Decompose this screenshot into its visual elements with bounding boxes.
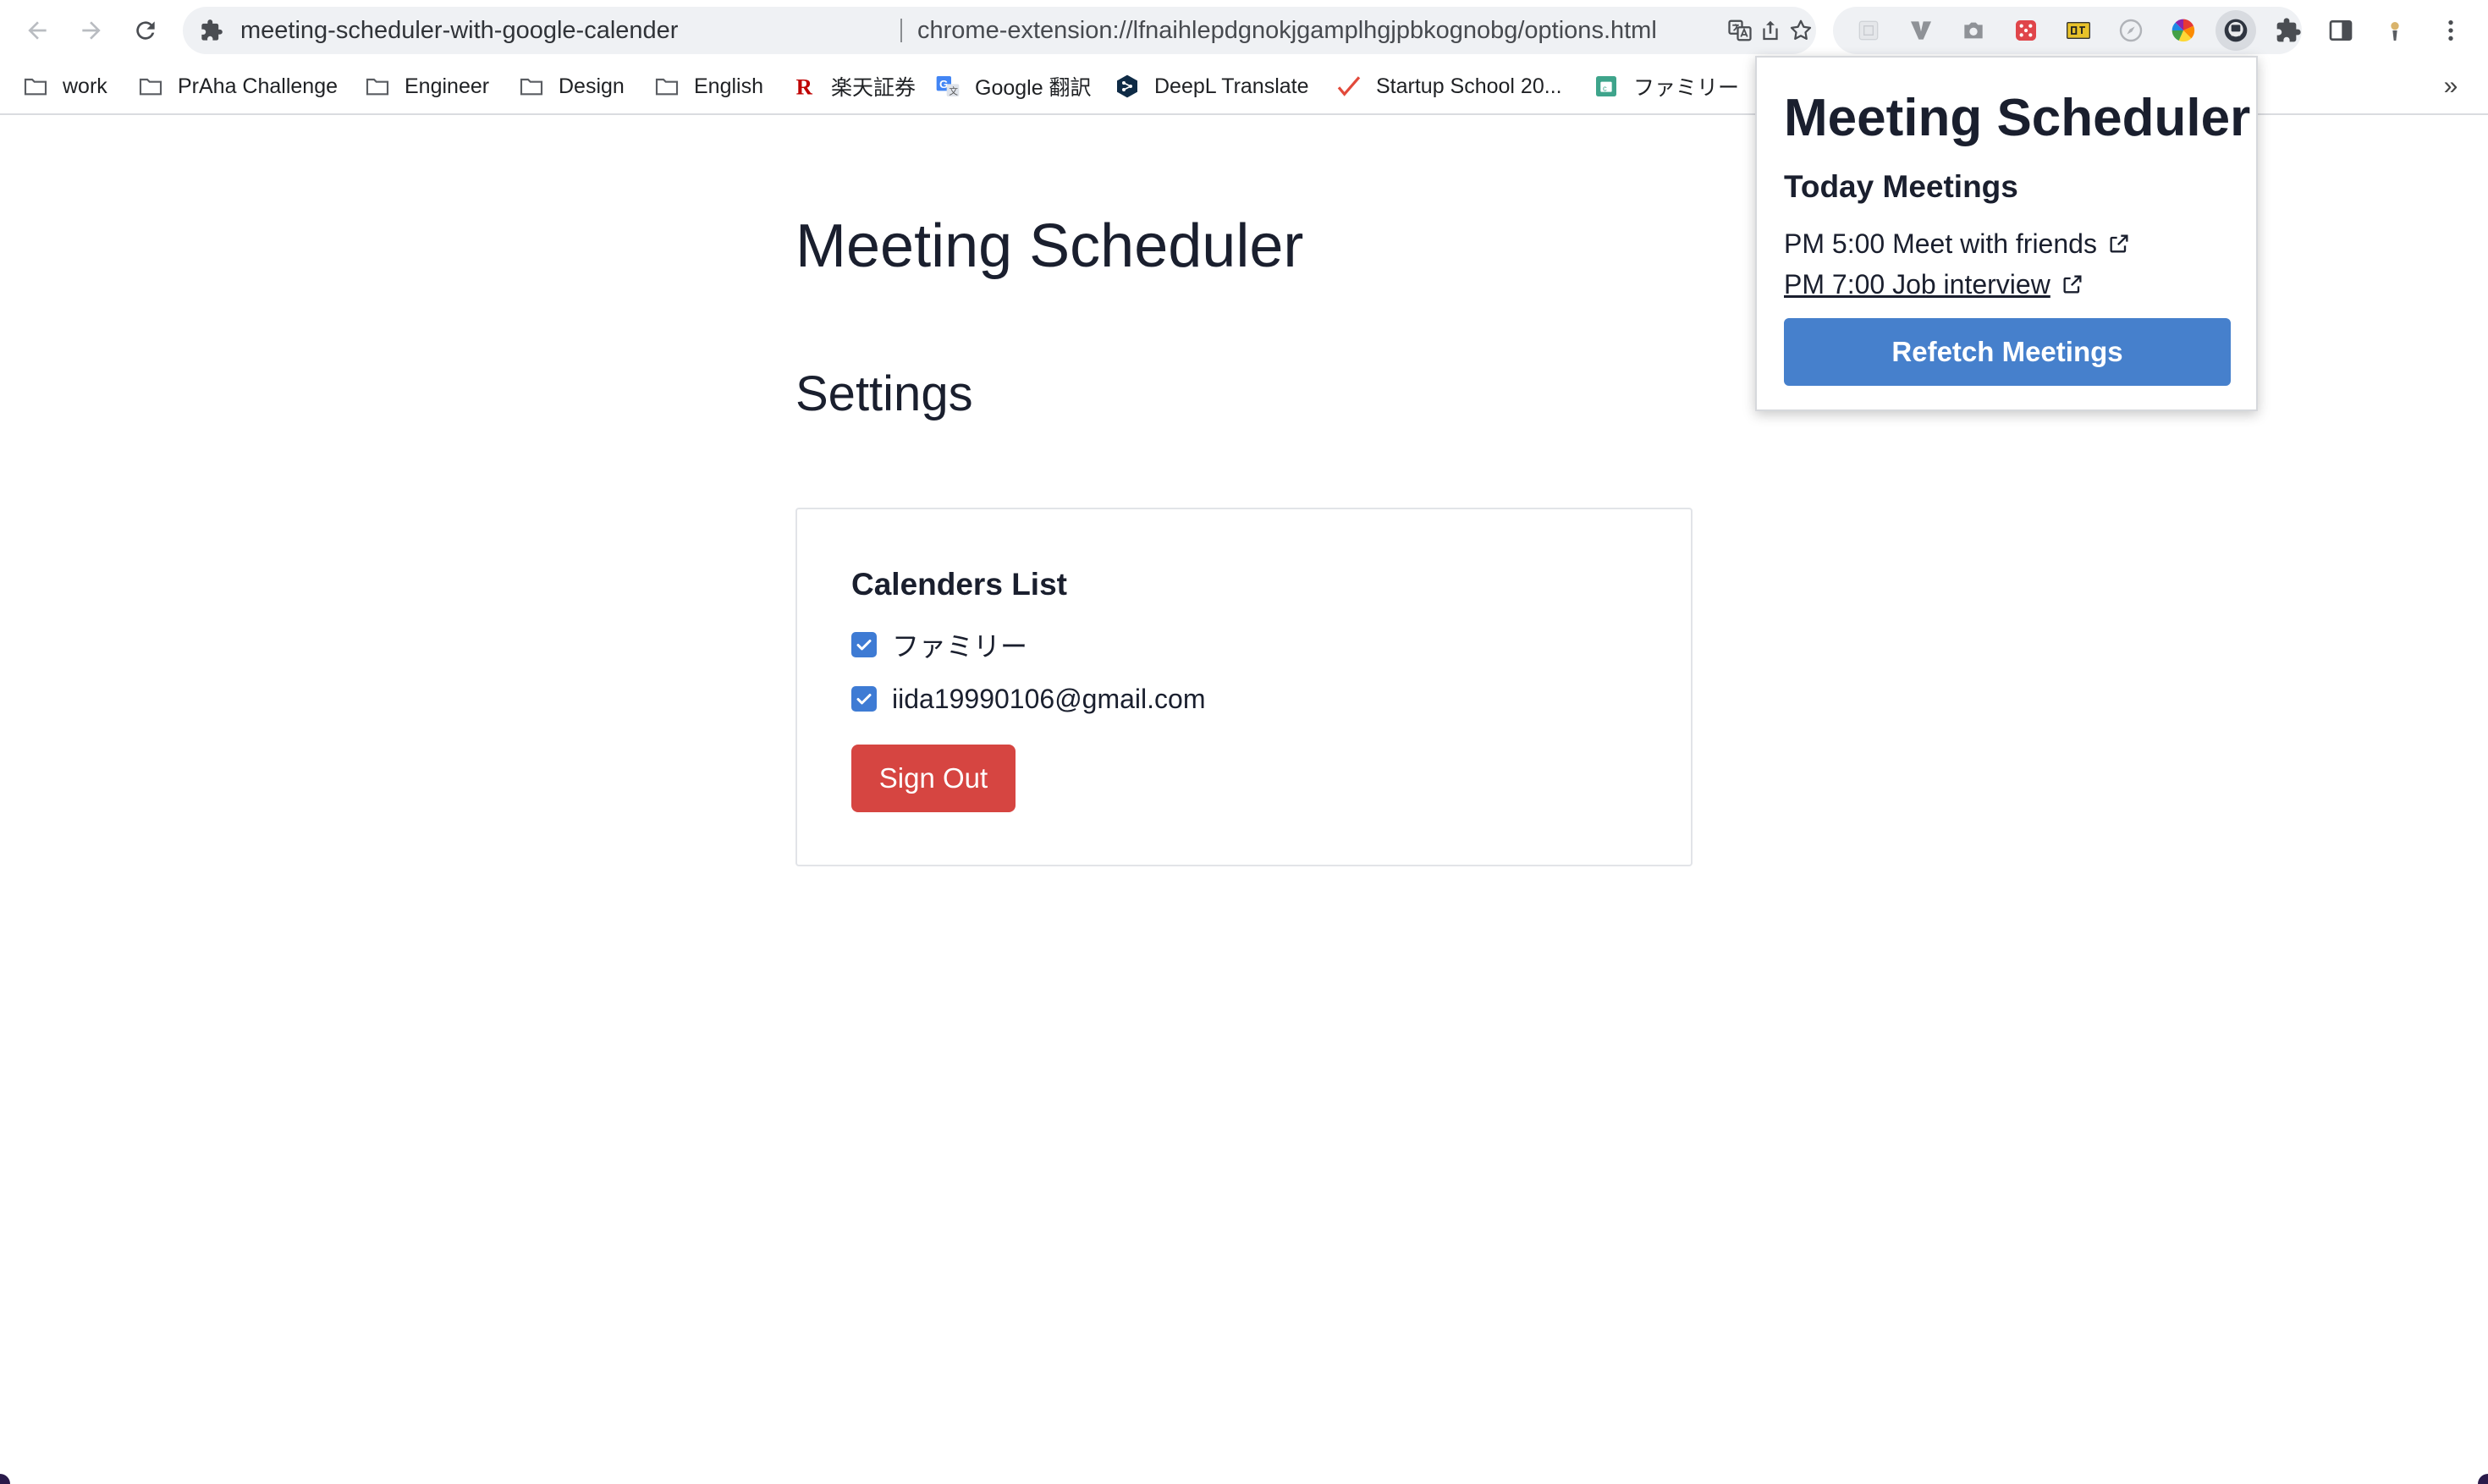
extension-grid-icon[interactable] [1855,17,1882,44]
bookmark-folder-design[interactable]: Design [518,69,625,103]
svg-text:文: 文 [949,85,958,96]
window-corner [2478,1474,2488,1484]
compass-icon[interactable] [2117,17,2144,44]
bookmark-label: Startup School 20... [1376,74,1562,98]
puzzle-icon [201,19,223,41]
bookmark-label: Google 翻訳 [975,76,1092,100]
bookmark-folder-work[interactable]: work [22,69,107,103]
folder-icon [518,73,545,100]
calendars-card: Calenders List ファミリー iida19990106@gmail.… [795,508,1693,866]
calendar-item-family[interactable]: ファミリー [851,628,1027,662]
reload-icon [136,21,155,40]
refetch-meetings-button[interactable]: Refetch Meetings [1784,318,2231,386]
back-arrow-icon [28,21,47,40]
external-link-icon [2063,275,2082,294]
site-name: meeting-scheduler-with-google-calender [240,17,679,44]
svg-text:c: c [1603,84,1607,92]
checkmark-icon [856,640,872,651]
extension-popup: Meeting Scheduler Today Meetings PM 5:00… [1755,56,2258,411]
bookmark-label: 楽天証券 [831,76,916,100]
avatar-icon [2391,22,2399,41]
bookmark-google-translate[interactable]: G文 Google 翻訳 [934,69,1092,103]
bookmarks-overflow-button[interactable]: » [2434,69,2468,103]
rakuten-icon: R [790,73,817,100]
forward-button[interactable] [73,12,110,49]
japanese-dictionary-icon[interactable] [2065,17,2092,44]
share-button[interactable] [1755,15,1786,46]
folder-icon [22,73,49,100]
bookmark-folder-praha-challenge[interactable]: PrAha Challenge [137,69,338,103]
calendar-label: iida19990106@gmail.com [892,683,1206,714]
meeting-link[interactable]: PM 7:00 Job interview [1784,267,2084,301]
star-icon [1790,19,1812,40]
bookmark-label: Engineer [405,74,490,98]
window-corner [0,1474,10,1484]
calendar-checkbox[interactable] [851,686,877,712]
external-link-icon [2110,234,2128,253]
bookmark-label: English [694,74,763,98]
bookmark-label: Design [559,74,625,98]
svg-text:R: R [796,74,813,99]
forward-arrow-icon [82,21,101,40]
calendars-list-heading: Calenders List [851,567,1067,602]
bookmark-label: work [63,74,107,98]
dice-icon[interactable] [2012,17,2039,44]
vimium-icon[interactable] [1907,17,1935,44]
translate-icon [1728,19,1752,41]
popup-title: Meeting Scheduler [1784,89,2251,147]
meeting-link[interactable]: PM 5:00 Meet with friends [1784,227,2131,261]
bookmark-family[interactable]: c ファミリー [1593,69,1739,103]
calendar-checkbox[interactable] [851,632,877,657]
reload-button[interactable] [127,12,164,49]
meeting-text: PM 5:00 Meet with friends [1784,228,2097,259]
calendar-item-gmail[interactable]: iida19990106@gmail.com [851,682,1205,716]
bookmark-star-button[interactable] [1786,15,1816,46]
bookmark-label: DeepL Translate [1154,74,1309,98]
extensions-bar [1833,7,2302,54]
bookmark-folder-english[interactable]: English [653,69,763,103]
meeting-scheduler-extension-icon[interactable] [2216,10,2256,51]
address-bar[interactable]: meeting-scheduler-with-google-calender c… [183,7,1816,54]
bookmark-deepl[interactable]: DeepL Translate [1114,69,1309,103]
back-button[interactable] [19,12,56,49]
settings-heading: Settings [795,366,973,421]
translate-button[interactable] [1725,15,1755,46]
share-icon [1763,20,1778,41]
folder-icon [137,73,164,100]
puzzle-icon [2276,18,2301,42]
url-text[interactable]: chrome-extension://lfnaihlepdgnokjgamplh… [917,7,1657,54]
browser-toolbar: meeting-scheduler-with-google-calender c… [0,0,2488,61]
bookmark-startup-school[interactable]: Startup School 20... [1335,69,1562,103]
sign-out-button[interactable]: Sign Out [851,745,1016,812]
camera-icon[interactable] [1960,17,1987,44]
bookmark-folder-engineer[interactable]: Engineer [364,69,489,103]
checkmark-icon [856,694,872,705]
bookmark-label: ファミリー [1633,76,1740,100]
calendar-icon: c [1593,73,1620,100]
bookmark-label: PrAha Challenge [178,74,339,98]
deepl-icon [1114,73,1141,100]
google-translate-icon: G文 [934,73,961,100]
today-meetings-heading: Today Meetings [1784,169,2018,204]
bookmark-rakuten[interactable]: R 楽天証券 [790,69,916,103]
extensions-menu-button[interactable] [2270,12,2307,49]
side-panel-button[interactable] [2322,12,2359,49]
more-vert-icon [2448,20,2453,41]
folder-icon [653,73,680,100]
page-title: Meeting Scheduler [795,212,1304,280]
folder-icon [364,73,391,100]
color-wheel-icon[interactable] [2170,17,2197,44]
calendar-label: ファミリー [892,631,1028,662]
omnibox-separator [900,19,902,42]
checkmark-icon [1335,73,1362,100]
chrome-menu-button[interactable] [2432,12,2469,49]
profile-button[interactable] [2376,12,2414,49]
meeting-text: PM 7:00 Job interview [1784,268,2050,300]
side-panel-icon [2329,20,2353,41]
